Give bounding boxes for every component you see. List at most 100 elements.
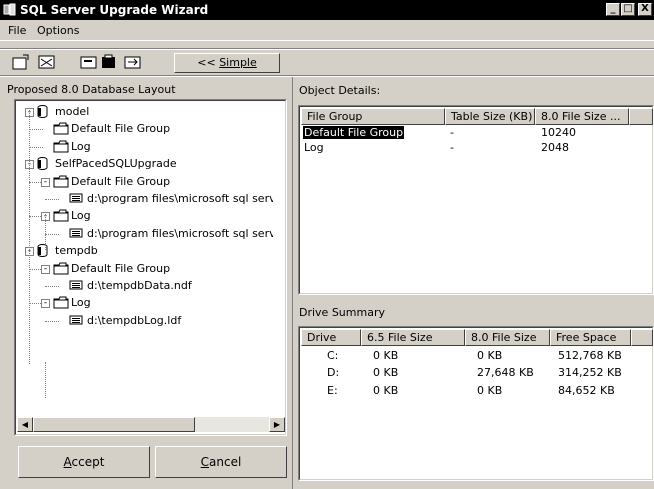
simple-button-prefix: <<	[197, 56, 220, 69]
title-bar[interactable]: SQL Server Upgrade Wizard _ □ X	[0, 0, 654, 20]
tree-item[interactable]: d:\program files\microsoft sql serv	[17, 226, 273, 242]
table-size-cell: -	[450, 141, 454, 154]
maximize-button[interactable]: □	[621, 3, 635, 16]
new-size-cell: 0 KB	[477, 384, 503, 397]
database-layout-tree[interactable]: - model Default File Group Log - SelfPacedSQL…	[14, 99, 287, 436]
cancel-button[interactable]: Cancel	[155, 446, 287, 478]
header-8-0-file-size[interactable]: 8.0 File Size ...	[535, 108, 629, 125]
close-button[interactable]: X	[638, 3, 652, 16]
database-layout-label: Proposed 8.0 Database Layout	[7, 83, 176, 96]
file-group-cell[interactable]: Log	[304, 141, 324, 155]
menu-file[interactable]: File	[8, 24, 26, 37]
tree-item[interactable]: - Default File Group	[17, 261, 273, 277]
menu-options[interactable]: Options	[37, 24, 79, 37]
accept-button[interactable]: Accept	[18, 446, 150, 478]
accept-label: ccept	[71, 455, 105, 469]
file-icon	[69, 227, 83, 243]
window-title: SQL Server Upgrade Wizard	[20, 3, 209, 17]
drive-cell[interactable]: C:	[327, 349, 338, 363]
splitter[interactable]	[292, 77, 293, 489]
header-file-group[interactable]: File Group	[301, 108, 445, 125]
scroll-thumb[interactable]	[33, 417, 195, 432]
toolbar-bottom-divider-highlight	[0, 76, 654, 77]
tree-item[interactable]: d:\tempdbLog.ldf	[17, 313, 273, 329]
collapse-toggle-icon[interactable]: -	[41, 177, 50, 187]
tree-connector	[29, 146, 43, 148]
free-space-cell: 314,252 KB	[558, 366, 622, 379]
file-icon	[69, 314, 83, 330]
tree-item[interactable]: - SelfPacedSQLUpgrade	[17, 156, 273, 172]
database-icon	[37, 244, 48, 262]
tree-content: - model Default File Group Log - SelfPacedSQL…	[17, 102, 273, 416]
tree-item-label: Log	[71, 209, 91, 223]
header-drive[interactable]: Drive	[301, 329, 361, 346]
header-8-0-file-size[interactable]: 8.0 File Size	[465, 329, 550, 346]
tree-item[interactable]: Default File Group	[17, 121, 273, 137]
tree-guide-line	[29, 110, 30, 364]
tree-guide-line	[45, 214, 46, 250]
tree-item[interactable]: - tempdb	[17, 243, 273, 259]
folder-icon	[53, 209, 69, 227]
folder-icon	[53, 262, 69, 280]
file-group-cell: Default File Group	[303, 126, 405, 139]
header-free-space[interactable]: Free Space	[550, 329, 631, 346]
tree-item[interactable]: - Default File Group	[17, 174, 273, 190]
collapse-toggle-icon[interactable]: -	[41, 299, 50, 309]
header-filler	[629, 108, 653, 125]
tree-item-label: Log	[71, 296, 91, 310]
old-size-cell: 0 KB	[373, 366, 399, 379]
tree-item[interactable]: d:\program files\microsoft sql serv	[17, 191, 273, 207]
accept-hotkey: A	[63, 455, 72, 469]
tree-item-label: tempdb	[55, 244, 98, 258]
tree-item[interactable]: Log	[17, 139, 273, 155]
file-icon	[69, 279, 83, 295]
tree-item[interactable]: d:\tempdbData.ndf	[17, 278, 273, 294]
properties-icon[interactable]	[38, 54, 56, 70]
free-space-cell: 84,652 KB	[558, 384, 615, 397]
old-size-cell: 0 KB	[373, 384, 399, 397]
simple-button-label: Simple	[219, 56, 257, 69]
delete-icon[interactable]	[100, 54, 118, 70]
tree-item-label: SelfPacedSQLUpgrade	[55, 157, 177, 171]
scroll-left-button[interactable]: ◀	[17, 417, 33, 432]
file-size-cell: 2048	[541, 141, 569, 154]
object-details-list[interactable]: File Group Table Size (KB) 8.0 File Size…	[298, 105, 654, 295]
minimize-button[interactable]: _	[606, 3, 620, 16]
tree-item[interactable]: - Log	[17, 208, 273, 224]
new-file-icon[interactable]	[12, 54, 30, 70]
tree-connector	[45, 320, 59, 322]
tree-connector	[45, 233, 59, 235]
new-size-cell: 27,648 KB	[477, 366, 534, 379]
tree-item-label: d:\tempdbData.ndf	[87, 279, 192, 292]
header-table-size[interactable]: Table Size (KB)	[445, 108, 535, 125]
drive-summary-list[interactable]: Drive 6.5 File Size 8.0 File Size Free S…	[298, 326, 654, 481]
tree-item[interactable]: - model	[17, 104, 273, 120]
header-6-5-file-size[interactable]: 6.5 File Size	[361, 329, 465, 346]
tree-guide-line	[45, 362, 46, 398]
database-icon	[37, 105, 48, 123]
folder-icon	[53, 175, 69, 193]
move-icon[interactable]	[124, 54, 142, 70]
menu-bar: File Options	[0, 20, 654, 41]
tree-item-label: Default File Group	[71, 174, 171, 188]
drive-cell[interactable]: E:	[327, 384, 338, 398]
tree-item[interactable]: - Log	[17, 295, 273, 311]
table-size-cell: -	[450, 126, 454, 139]
drive-cell[interactable]: D:	[327, 366, 339, 380]
tree-connector	[45, 286, 59, 287]
tree-connector	[29, 129, 43, 131]
tree-item-label: Default File Group	[71, 261, 171, 275]
collapse-toggle-icon[interactable]: -	[41, 264, 50, 274]
tree-item-label: d:\tempdbLog.ldf	[87, 313, 182, 327]
toolbar: << Simple	[0, 52, 654, 74]
tree-item-label: Log	[71, 139, 91, 153]
rename-icon[interactable]	[80, 54, 98, 70]
simple-view-button[interactable]: << Simple	[174, 53, 280, 73]
list-item[interactable]: Default File Group	[303, 126, 405, 140]
file-size-cell: 10240	[541, 126, 576, 139]
scroll-right-button[interactable]: ▶	[269, 417, 285, 432]
tree-horizontal-scrollbar[interactable]: ◀ ▶	[17, 417, 285, 432]
folder-icon	[53, 296, 69, 314]
database-icon	[37, 157, 48, 175]
folder-icon	[53, 122, 69, 140]
